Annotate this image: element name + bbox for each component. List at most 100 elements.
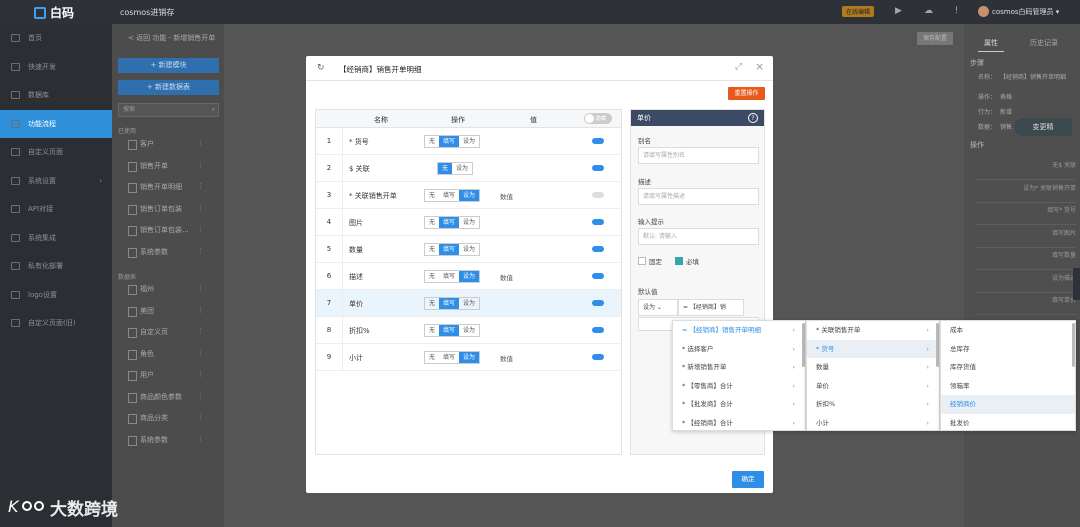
sidebar-item[interactable]: API对接: [0, 195, 112, 224]
more-icon[interactable]: ⋮: [197, 139, 204, 147]
operation-segment[interactable]: 无设为: [437, 162, 474, 175]
user-menu[interactable]: cosmos白码管理员 ▾: [978, 6, 1059, 17]
alias-input[interactable]: 请填写属性别名: [638, 147, 759, 164]
default-mode-select[interactable]: 设为 ⌄: [638, 299, 678, 316]
operation-option[interactable]: 设为: [459, 217, 479, 228]
operation-segment[interactable]: 无填写 设为: [424, 351, 481, 364]
confirm-button[interactable]: 确定: [732, 471, 764, 488]
operation-segment[interactable]: 无填写 设为: [424, 270, 481, 283]
operation-option[interactable]: 设为: [459, 271, 480, 282]
operation-option[interactable]: 设为: [459, 298, 479, 309]
menu-item[interactable]: 总库存: [941, 340, 1075, 359]
float-action-button[interactable]: 变更精: [1014, 118, 1072, 136]
operation-segment[interactable]: 无填写 设为: [424, 243, 481, 256]
operation-option[interactable]: 无: [425, 271, 439, 282]
operation-option[interactable]: 设为: [459, 244, 479, 255]
sidebar-item[interactable]: 系统设置 ›: [0, 167, 112, 196]
table-item[interactable]: 福州: [128, 284, 154, 295]
sidebar-item[interactable]: 自定义页面: [0, 138, 112, 167]
menu-item[interactable]: 数量 ›: [807, 358, 939, 377]
operation-row[interactable]: * 货号 填写: [976, 203, 1076, 225]
table-item[interactable]: 商品分类: [128, 413, 168, 424]
more-icon[interactable]: ⋮: [197, 284, 204, 292]
operation-option[interactable]: 填写: [439, 190, 459, 201]
sidebar-item[interactable]: 快速开发: [0, 53, 112, 82]
operation-option[interactable]: 设为: [459, 352, 480, 363]
row-toggle[interactable]: [592, 246, 604, 252]
cloud-icon[interactable]: ☁: [923, 6, 934, 17]
used-module-item[interactable]: 销售开单明细: [128, 182, 182, 193]
menu-item[interactable]: 成本: [941, 321, 1075, 340]
table-row[interactable]: 7 单价 无填写 设为: [316, 290, 621, 317]
used-module-item[interactable]: 销售订单包装...: [128, 225, 189, 236]
expand-icon[interactable]: ⤢: [735, 62, 742, 72]
notice-icon[interactable]: !: [951, 6, 962, 17]
operation-row[interactable]: 图片 填写: [976, 226, 1076, 248]
refresh-icon[interactable]: ↻: [317, 63, 325, 73]
operation-option[interactable]: 无: [425, 298, 439, 309]
operation-segment[interactable]: 无填写 设为: [424, 216, 481, 229]
tab-history[interactable]: 历史记录: [1030, 38, 1058, 48]
menu-item[interactable]: * 【零售商】合计 ›: [673, 377, 805, 396]
row-toggle[interactable]: [592, 327, 604, 333]
play-icon[interactable]: ▶: [893, 6, 904, 17]
panel-search-input[interactable]: 搜索 ⌕: [118, 103, 219, 117]
scrollbar[interactable]: [1072, 323, 1075, 367]
menu-item[interactable]: = 【经销商】销售开单明细 ›: [673, 321, 805, 340]
operation-option[interactable]: 无: [425, 244, 439, 255]
operation-option[interactable]: 填写: [439, 352, 459, 363]
table-row[interactable]: 6 描述 无填写 设为 数值: [316, 263, 621, 290]
more-icon[interactable]: ⋮: [197, 392, 204, 400]
operation-option[interactable]: 设为: [459, 190, 480, 201]
sidebar-item[interactable]: 功能流程: [0, 109, 112, 138]
table-row[interactable]: 4 图片 无填写 设为: [316, 209, 621, 236]
operation-option[interactable]: 填写: [439, 271, 459, 282]
menu-item[interactable]: 库存货值: [941, 358, 1075, 377]
operation-row[interactable]: * 关联销售开单 设为: [976, 181, 1076, 203]
more-icon[interactable]: ⋮: [197, 370, 204, 378]
menu-item[interactable]: 经销商价: [941, 395, 1075, 414]
app-logo[interactable]: 白码: [34, 4, 74, 21]
default-expression-input[interactable]: = 【经销商】销: [678, 299, 744, 316]
row-toggle[interactable]: [592, 138, 604, 144]
used-module-item[interactable]: 销售订单包装: [128, 204, 182, 215]
operation-option[interactable]: 无: [438, 163, 453, 174]
close-icon[interactable]: ×: [755, 60, 764, 73]
menu-item[interactable]: * 货号 ›: [807, 339, 939, 358]
sidebar-item[interactable]: logo设置: [0, 281, 112, 310]
operation-row[interactable]: 单价 填写: [976, 293, 1076, 315]
used-module-item[interactable]: 系统参数: [128, 247, 168, 258]
menu-item[interactable]: * 新增销售开单 ›: [673, 358, 805, 377]
row-toggle[interactable]: [592, 165, 604, 171]
menu-item[interactable]: 折扣% ›: [807, 395, 939, 414]
more-icon[interactable]: ⋮: [197, 182, 204, 190]
operation-segment[interactable]: 无填写 设为: [424, 135, 481, 148]
operation-option[interactable]: 填写: [439, 298, 460, 309]
table-item[interactable]: 美团: [128, 306, 154, 317]
table-row[interactable]: 1 * 货号 无填写 设为: [316, 128, 621, 155]
sidebar-item[interactable]: 首页: [0, 24, 112, 53]
reset-button[interactable]: 重置操作: [728, 87, 765, 100]
menu-item[interactable]: * 选择客户 ›: [673, 340, 805, 359]
more-icon[interactable]: ⋮: [197, 306, 204, 314]
more-icon[interactable]: ⋮: [197, 413, 204, 421]
more-icon[interactable]: ⋮: [197, 225, 204, 233]
operation-option[interactable]: 填写: [439, 136, 460, 147]
row-toggle[interactable]: [592, 354, 604, 360]
row-toggle[interactable]: [592, 192, 604, 198]
operation-option[interactable]: 设为: [459, 325, 479, 336]
table-row[interactable]: 5 数量 无填写 设为: [316, 236, 621, 263]
operation-segment[interactable]: 无填写 设为: [424, 324, 481, 337]
scrollbar[interactable]: [802, 323, 805, 367]
table-item[interactable]: 角色: [128, 349, 154, 360]
operation-option[interactable]: 无: [425, 352, 439, 363]
more-icon[interactable]: ⋮: [197, 327, 204, 335]
table-item[interactable]: 系统参数: [128, 435, 168, 446]
side-drawer-tab[interactable]: [1073, 268, 1080, 300]
sidebar-item[interactable]: 自定义页面(旧): [0, 309, 112, 338]
operation-row[interactable]: 描述 设为: [976, 271, 1076, 293]
operation-row[interactable]: $ 关联无: [976, 158, 1076, 180]
menu-item[interactable]: * 关联销售开单 ›: [807, 321, 939, 340]
hint-input[interactable]: 默认: 请输入: [638, 228, 759, 245]
menu-item[interactable]: 单价 ›: [807, 377, 939, 396]
